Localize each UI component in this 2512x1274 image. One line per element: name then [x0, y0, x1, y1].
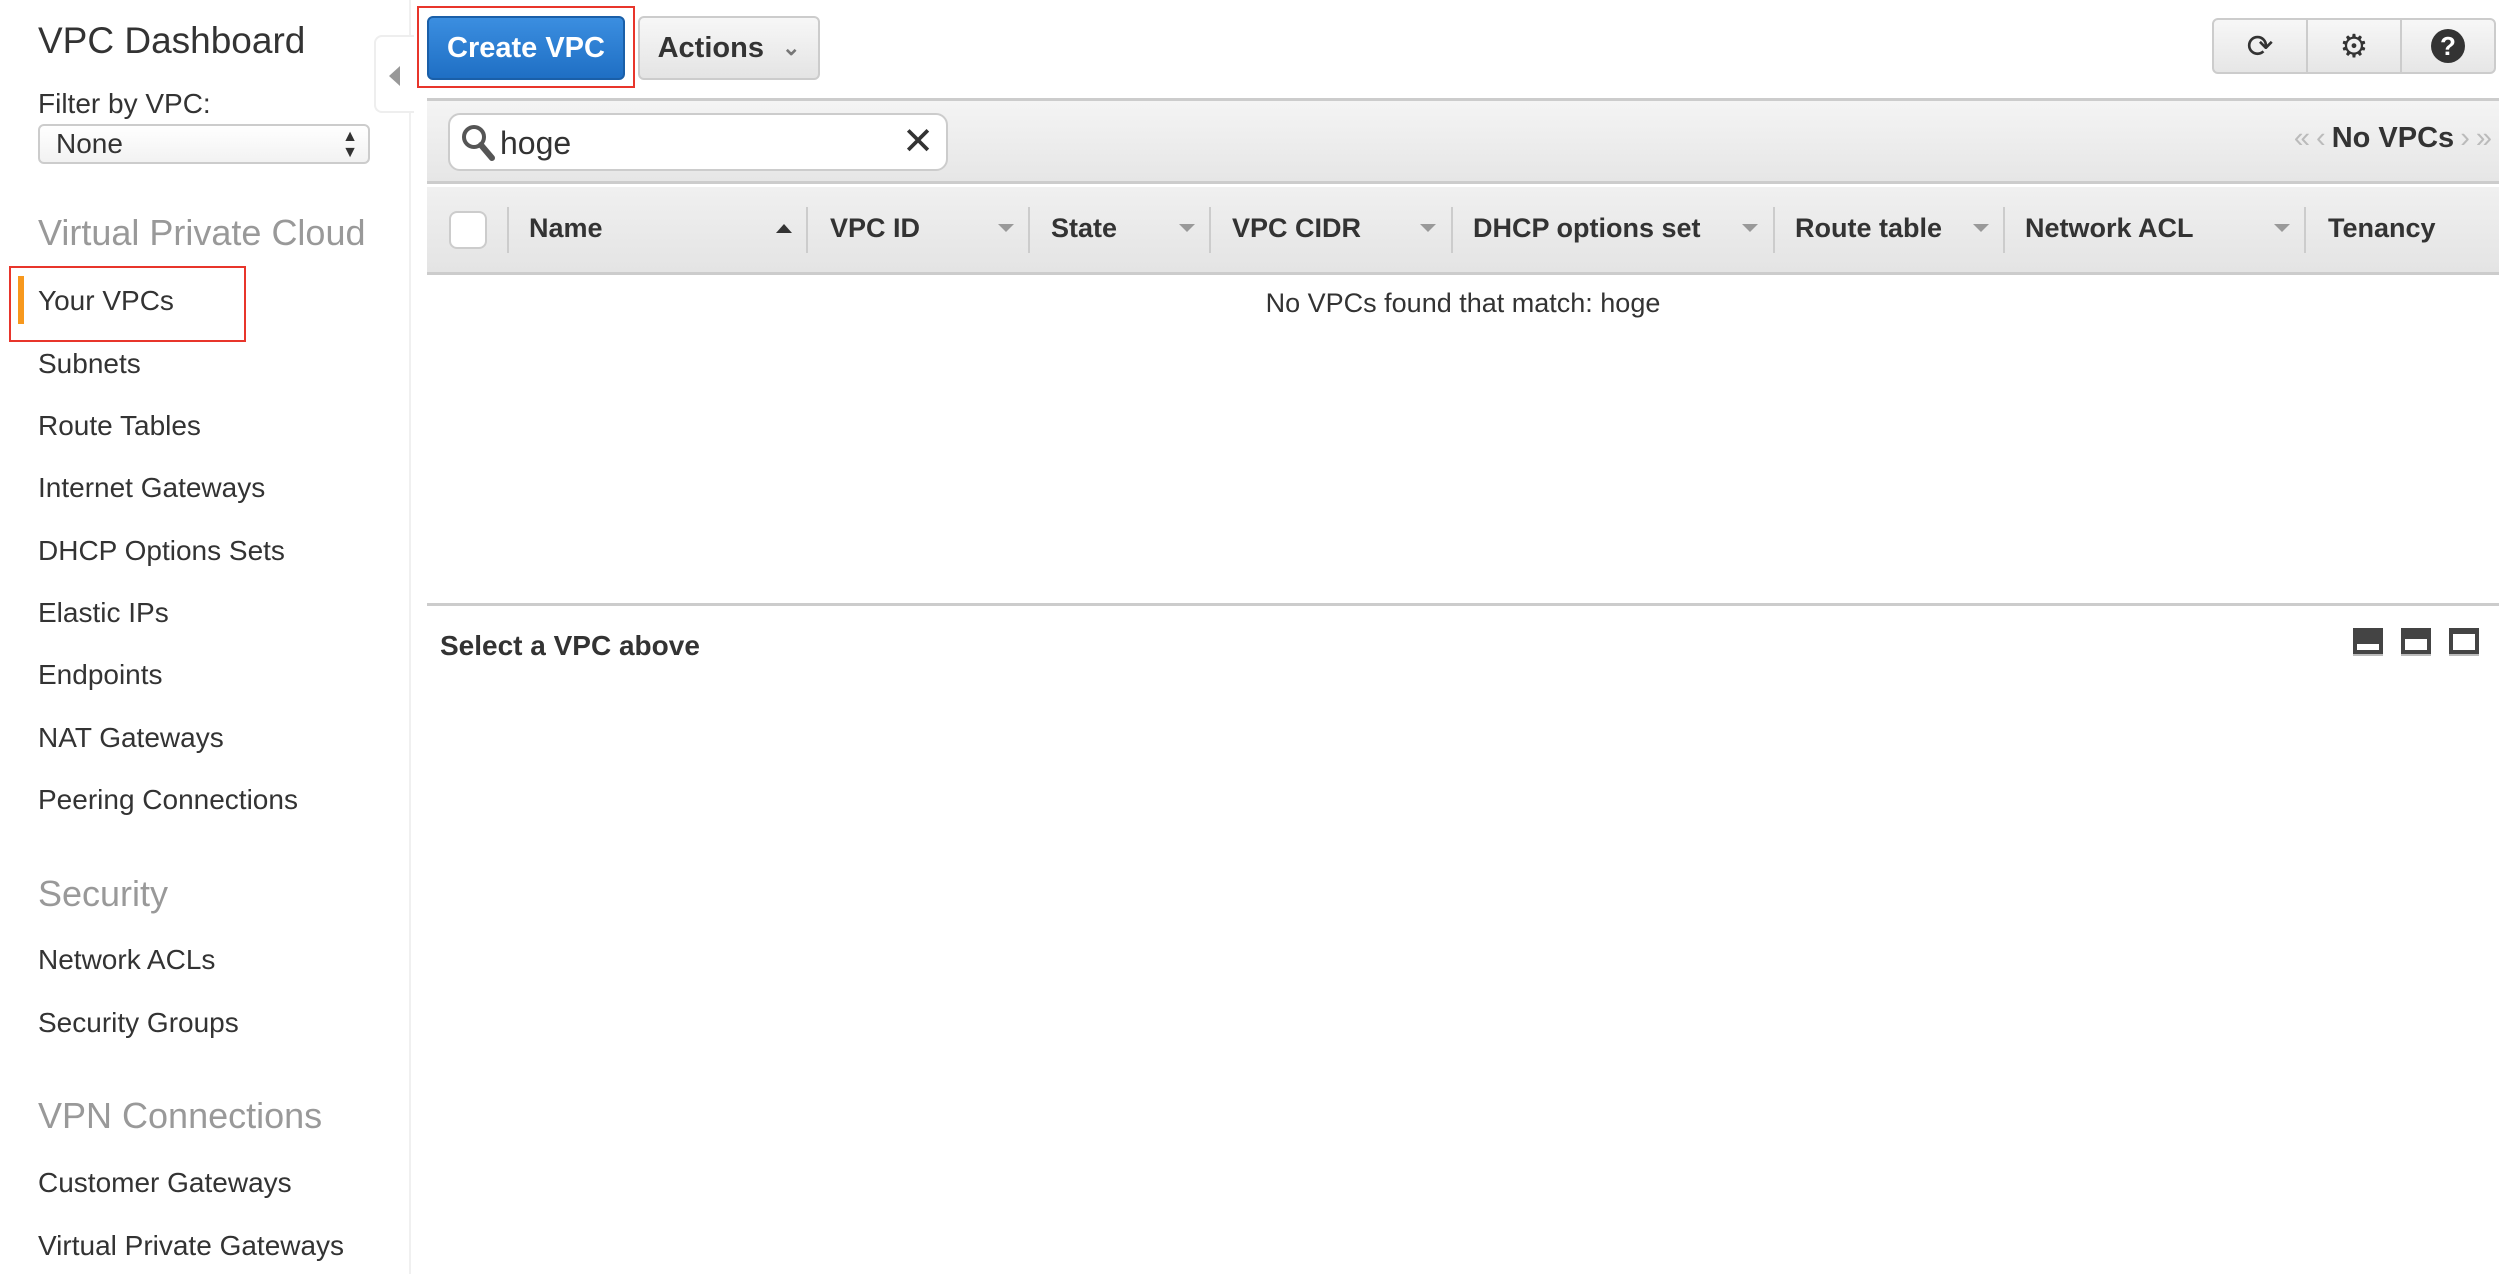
sort-icon[interactable] [1973, 224, 1989, 232]
last-page-icon[interactable]: » [2476, 122, 2492, 155]
column-separator [1451, 207, 1453, 253]
column-route-table[interactable]: Route table [1795, 213, 1942, 244]
column-tenancy[interactable]: Tenancy [2328, 213, 2436, 244]
sidebar-item-security-groups[interactable]: Security Groups [38, 1007, 239, 1039]
select-arrows-icon: ▲ ▼ [342, 128, 358, 161]
section-heading: Virtual Private Cloud [38, 212, 366, 253]
sidebar-item-peering-connections[interactable]: Peering Connections [38, 784, 298, 816]
sidebar-item-your-vpcs[interactable]: Your VPCs [38, 285, 174, 317]
sort-icon[interactable] [998, 224, 1014, 232]
sidebar-item-virtual-private-gateways[interactable]: Virtual Private Gateways [38, 1230, 344, 1262]
refresh-icon[interactable]: ⟳ [2214, 20, 2308, 72]
sidebar-item-route-tables[interactable]: Route Tables [38, 410, 201, 442]
column-network-acl[interactable]: Network ACL [2025, 213, 2194, 244]
chevron-down-icon: ⌄ [781, 35, 801, 60]
column-separator [1028, 207, 1030, 253]
sort-icon[interactable] [1420, 224, 1436, 232]
search-value: hoge [500, 125, 572, 161]
first-page-icon[interactable]: « [2294, 122, 2310, 155]
section-heading: VPN Connections [38, 1095, 323, 1136]
select-all-checkbox[interactable] [449, 211, 487, 249]
prev-page-icon[interactable]: ‹ [2316, 122, 2326, 155]
column-vpc-cidr[interactable]: VPC CIDR [1232, 213, 1361, 244]
column-state[interactable]: State [1051, 213, 1117, 244]
pane-large-icon[interactable] [2449, 628, 2479, 656]
column-separator [1209, 207, 1211, 253]
sort-icon[interactable] [1742, 224, 1758, 232]
column-separator [806, 207, 808, 253]
sidebar-item-nat-gateways[interactable]: NAT Gateways [38, 722, 224, 754]
help-icon[interactable]: ? [2402, 20, 2494, 72]
search-input[interactable]: hoge ✕ [448, 113, 948, 171]
pane-small-icon[interactable] [2353, 628, 2383, 656]
sort-icon[interactable] [1179, 224, 1195, 232]
column-vpc-id[interactable]: VPC ID [830, 213, 920, 244]
sidebar: VPC Dashboard Filter by VPC: None ▲ ▼ Virt… [0, 0, 411, 1274]
sidebar-item-subnets[interactable]: Subnets [38, 348, 141, 380]
section-heading: Security [38, 873, 169, 914]
column-separator [2304, 207, 2306, 253]
actions-label: Actions [657, 31, 764, 64]
create-vpc-button[interactable]: Create VPC [427, 16, 625, 80]
sidebar-item-network-acls[interactable]: Network ACLs [38, 944, 215, 976]
collapse-sidebar-button[interactable] [374, 35, 414, 113]
empty-message: No VPCs found that match: hoge [1265, 288, 1661, 318]
sidebar-item-elastic-ips[interactable]: Elastic IPs [38, 597, 169, 629]
create-vpc-label: Create VPC [447, 31, 605, 64]
pager-label: No VPCs [2331, 122, 2455, 154]
clear-search-icon[interactable]: ✕ [902, 119, 934, 164]
search-icon [462, 125, 495, 161]
pagination: « ‹ No VPCs › » [2294, 122, 2492, 155]
pane-divider[interactable] [427, 603, 2499, 606]
actions-button[interactable]: Actions ⌄ [638, 16, 820, 80]
next-page-icon[interactable]: › [2460, 122, 2470, 155]
column-separator [2003, 207, 2005, 253]
column-separator [507, 207, 509, 253]
filter-vpc-select[interactable]: None ▲ ▼ [38, 124, 370, 164]
column-dhcp-options-set[interactable]: DHCP options set [1473, 213, 1701, 244]
sidebar-item-dhcp-options-sets[interactable]: DHCP Options Sets [38, 535, 285, 567]
table-header: Name VPC ID State VPC CIDR DHCP options … [427, 187, 2499, 275]
sidebar-item-internet-gateways[interactable]: Internet Gateways [38, 472, 265, 504]
gear-icon[interactable]: ⚙ [2308, 20, 2402, 72]
filter-value: None [56, 128, 123, 159]
details-title: Select a VPC above [440, 630, 700, 661]
vpc-dashboard-link[interactable]: VPC Dashboard [38, 20, 305, 62]
sort-icon[interactable] [2274, 224, 2290, 232]
filter-label: Filter by VPC: [38, 88, 211, 119]
pane-medium-icon[interactable] [2401, 628, 2431, 656]
column-name[interactable]: Name [529, 213, 603, 244]
toolbar-icon-group: ⟳ ⚙ ? [2212, 18, 2496, 74]
sidebar-item-customer-gateways[interactable]: Customer Gateways [38, 1167, 292, 1199]
sort-asc-icon[interactable] [776, 224, 792, 233]
column-separator [1773, 207, 1775, 253]
sidebar-item-endpoints[interactable]: Endpoints [38, 659, 163, 691]
